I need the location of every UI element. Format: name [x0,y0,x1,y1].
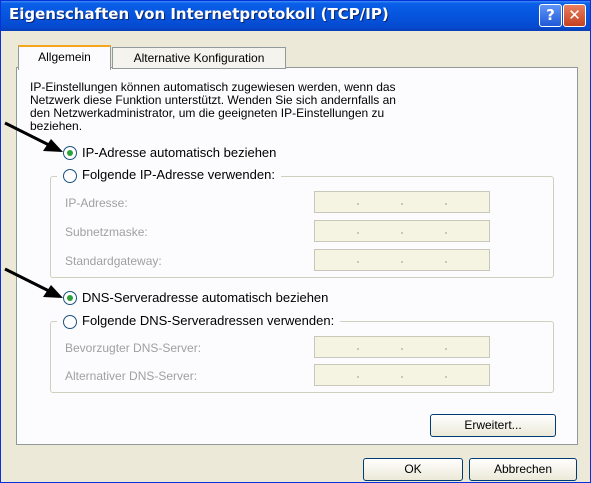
ip-auto-label[interactable]: IP-Adresse automatisch beziehen [82,145,276,160]
cancel-button[interactable]: Abbrechen [469,458,577,481]
annotation-arrow-icon [4,121,63,152]
dns-manual-radio[interactable] [63,315,77,329]
ip-address-label: IP-Adresse: [65,196,128,210]
alternate-dns-field [314,364,490,386]
ip-manual-radio[interactable] [63,169,77,183]
alternate-dns-label: Alternativer DNS-Server: [65,369,198,383]
tab-allgemein[interactable]: Allgemein [18,45,111,70]
ip-manual-label[interactable]: Folgende IP-Adresse verwenden: [79,167,281,182]
window-title: Eigenschaften von Internetprotokoll (TCP… [9,5,389,23]
advanced-button[interactable]: Erweitert... [430,414,556,437]
annotation-arrow-icon [4,267,63,298]
dialog-window: Eigenschaften von Internetprotokoll (TCP… [0,0,591,483]
subnet-mask-label: Subnetzmaske: [65,225,148,239]
default-gateway-label: Standardgateway: [65,254,162,268]
close-button[interactable]: ✕ [563,4,586,27]
tab-alternative-konfiguration[interactable]: Alternative Konfiguration [112,47,286,69]
preferred-dns-label: Bevorzugter DNS-Server: [65,341,202,355]
ok-button[interactable]: OK [363,458,463,481]
dns-auto-label[interactable]: DNS-Serveradresse automatisch beziehen [82,290,328,305]
default-gateway-field [314,249,490,271]
preferred-dns-field [314,336,490,358]
title-bar[interactable]: Eigenschaften von Internetprotokoll (TCP… [1,1,590,31]
help-button[interactable]: ? [539,4,562,27]
intro-text: IP-Einstellungen können automatisch zuge… [30,80,396,133]
subnet-mask-field [314,220,490,242]
ip-address-field [314,191,490,213]
dns-manual-label[interactable]: Folgende DNS-Serveradressen verwenden: [79,313,341,328]
